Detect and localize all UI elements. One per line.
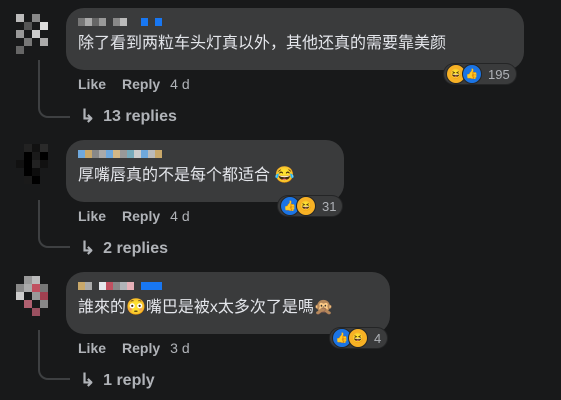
view-replies-button[interactable]: ↳ 2 replies	[80, 238, 168, 259]
commenter-name[interactable]	[78, 282, 378, 290]
reply-button[interactable]: Reply	[122, 76, 160, 92]
like-button[interactable]: Like	[78, 208, 106, 224]
view-replies-button[interactable]: ↳ 1 reply	[80, 370, 155, 391]
comment-text: 誰來的😳嘴巴是被x太多次了是嗎🙊	[78, 299, 334, 316]
replies-label: 13 replies	[103, 107, 177, 125]
view-replies-button[interactable]: ↳ 13 replies	[80, 106, 177, 127]
timestamp[interactable]: 4 d	[170, 76, 189, 92]
thread-line	[38, 60, 40, 100]
comment-bubble: 厚嘴唇真的不是每个都适合 😂	[66, 140, 344, 202]
timestamp[interactable]: 3 d	[170, 340, 189, 356]
reply-button[interactable]: Reply	[122, 340, 160, 356]
avatar[interactable]	[16, 276, 56, 316]
haha-reaction-icon: 😆	[348, 328, 368, 348]
thread-elbow	[38, 330, 70, 380]
reactions-summary[interactable]: 👍 😆 4	[330, 328, 388, 348]
thread-elbow	[38, 96, 70, 118]
commenter-name[interactable]	[78, 150, 332, 158]
reactions-summary[interactable]: 😆 👍 195	[444, 64, 516, 84]
avatar[interactable]	[16, 14, 56, 54]
reaction-count: 31	[322, 198, 337, 214]
reaction-count: 195	[488, 66, 510, 82]
comment-text: 厚嘴唇真的不是每个都适合 😂	[78, 167, 295, 184]
like-button[interactable]: Like	[78, 76, 106, 92]
reply-button[interactable]: Reply	[122, 208, 160, 224]
timestamp[interactable]: 4 d	[170, 208, 189, 224]
reply-arrow-icon: ↳	[80, 106, 96, 126]
comment-text: 除了看到两粒车头灯真以外，其他还真的需要靠美颜	[78, 35, 447, 52]
thread-elbow	[38, 200, 70, 248]
reactions-summary[interactable]: 👍 😆 31	[278, 196, 343, 216]
avatar[interactable]	[16, 144, 56, 184]
reply-arrow-icon: ↳	[80, 370, 96, 390]
commenter-name[interactable]	[78, 18, 512, 26]
like-reaction-icon: 👍	[462, 64, 482, 84]
replies-label: 1 reply	[103, 371, 155, 389]
replies-label: 2 replies	[103, 239, 169, 257]
reaction-count: 4	[374, 330, 382, 346]
like-button[interactable]: Like	[78, 340, 106, 356]
comment-bubble: 除了看到两粒车头灯真以外，其他还真的需要靠美颜	[66, 8, 524, 70]
haha-reaction-icon: 😆	[296, 196, 316, 216]
comment-bubble: 誰來的😳嘴巴是被x太多次了是嗎🙊	[66, 272, 390, 334]
reply-arrow-icon: ↳	[80, 238, 96, 258]
